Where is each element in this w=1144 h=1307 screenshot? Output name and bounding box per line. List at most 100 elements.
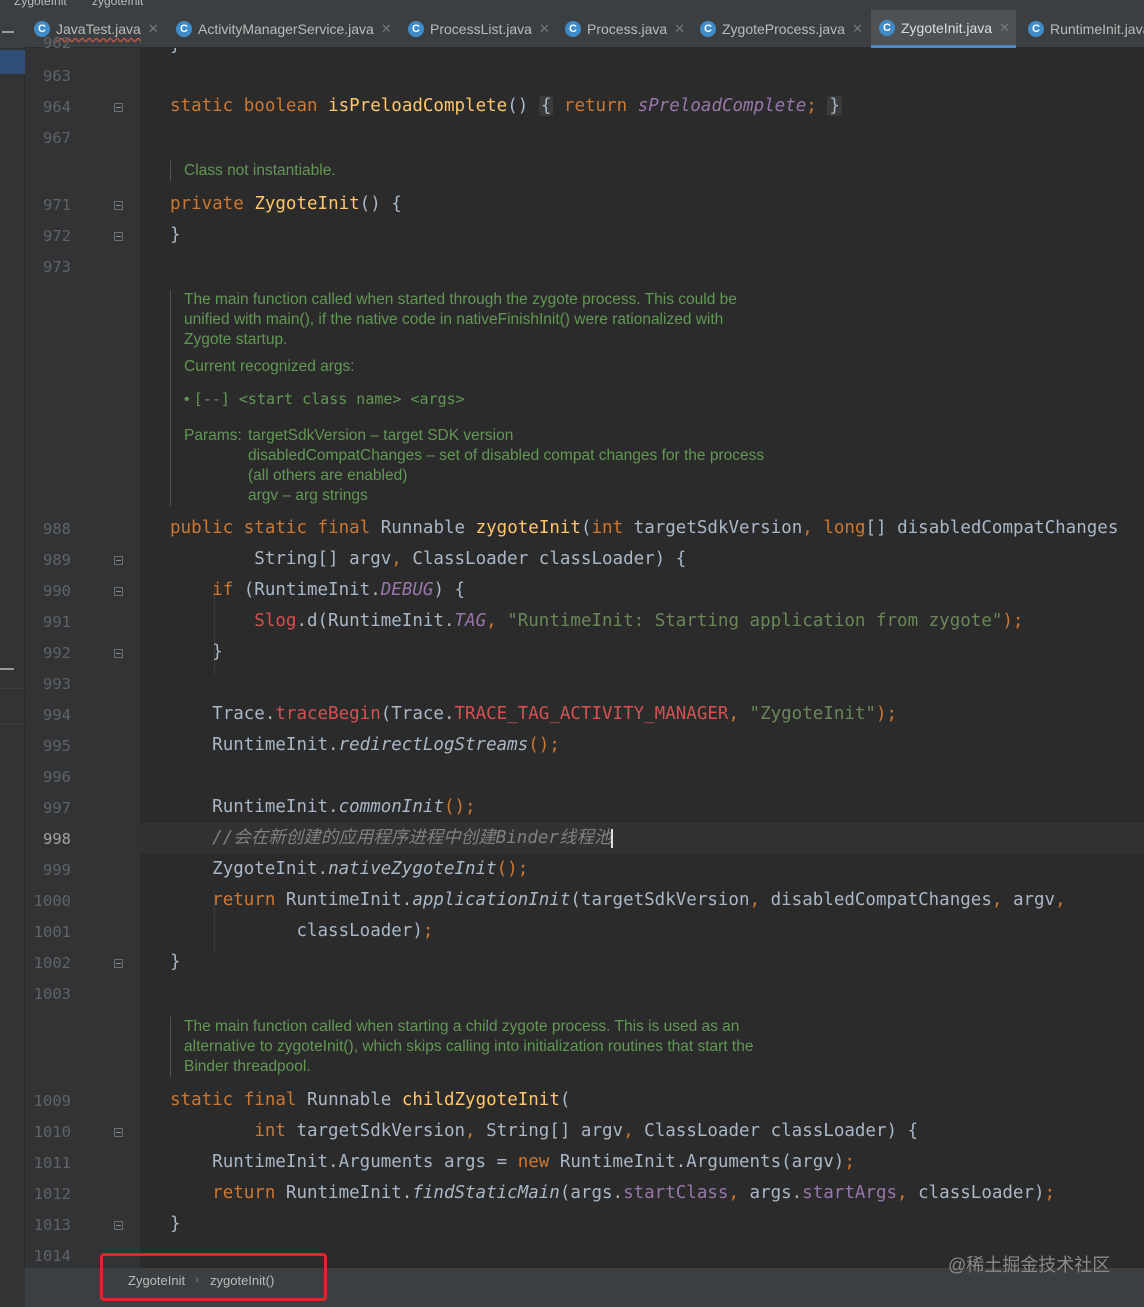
line-number: 1000 [33, 892, 71, 910]
tab-label: ActivityManagerService.java [198, 21, 374, 37]
line-number: 993 [43, 675, 71, 693]
top-breadcrumb-class[interactable]: ZygoteInit [14, 0, 67, 8]
code-line: RuntimeInit.redirectLogStreams(); [212, 735, 560, 755]
code-line: } [170, 225, 181, 245]
line-number: 1011 [33, 1154, 71, 1172]
line-number: 1002 [33, 954, 71, 972]
fold-toggle-icon[interactable] [114, 587, 123, 596]
code-line: if (RuntimeInit.DEBUG) { [212, 580, 466, 600]
code-line: String[] argv, ClassLoader classLoader) … [254, 549, 687, 569]
line-number: 973 [43, 258, 71, 276]
java-class-icon: C [879, 19, 895, 36]
code-line: //会在新创建的应用程序进程中创建Binder线程池 [170, 823, 614, 854]
line-number: 1012 [33, 1185, 71, 1203]
close-icon[interactable]: ✕ [539, 21, 550, 37]
close-icon[interactable]: ✕ [148, 21, 159, 37]
line-number: 990 [43, 582, 71, 600]
code-line: Trace.traceBegin(Trace.TRACE_TAG_ACTIVIT… [212, 704, 898, 724]
java-class-icon: C [176, 21, 192, 37]
code-line: } [170, 48, 181, 61]
line-number: 971 [43, 196, 71, 214]
tab-zygoteprocess[interactable]: C ZygoteProcess.java ✕ [700, 10, 863, 48]
tool-window-strip [0, 48, 25, 1268]
code-line: } [170, 1214, 181, 1234]
tab-processlist[interactable]: C ProcessList.java ✕ [408, 10, 550, 48]
code-line: } [170, 952, 181, 972]
code-editor[interactable]: } static boolean isPreloadComplete() { r… [140, 48, 1144, 1268]
fold-toggle-icon[interactable] [114, 649, 123, 658]
tab-label: Process.java [587, 21, 668, 37]
close-icon[interactable]: ✕ [852, 21, 863, 37]
line-number: 1001 [33, 923, 71, 941]
fold-toggle-icon[interactable] [114, 232, 123, 241]
code-line: } [212, 642, 223, 662]
code-line: private ZygoteInit() { [170, 194, 402, 214]
line-number: 964 [43, 98, 71, 116]
watermark: @稀土掘金技术社区 [948, 1255, 1111, 1275]
line-number: 991 [43, 613, 71, 631]
strip-marker [0, 668, 14, 670]
line-number: 1009 [33, 1092, 71, 1110]
line-number: 995 [43, 737, 71, 755]
tab-bar-gutter [0, 10, 25, 48]
java-class-icon: C [565, 21, 581, 37]
code-line: classLoader); [296, 921, 434, 941]
tab-label: RuntimeInit.java [1050, 21, 1144, 37]
tab-process[interactable]: C Process.java ✕ [565, 10, 685, 48]
code-line: public static final Runnable zygoteInit(… [170, 518, 1119, 538]
javadoc-comment: Class not instantiable. [170, 161, 336, 181]
code-line: return RuntimeInit.applicationInit(targe… [212, 890, 1066, 910]
tab-activitymanagerservice[interactable]: C ActivityManagerService.java ✕ [176, 10, 392, 48]
fold-toggle-icon[interactable] [114, 103, 123, 112]
line-number: 962 [43, 34, 71, 52]
code-line: static boolean isPreloadComplete() { ret… [170, 96, 842, 116]
tab-label: ZygoteInit.java [901, 19, 993, 36]
editor-tab-bar: C JavaTest.java ✕ C ActivityManagerServi… [0, 10, 1144, 48]
code-line: RuntimeInit.Arguments args = new Runtime… [212, 1152, 855, 1172]
close-icon[interactable]: ✕ [999, 20, 1010, 36]
line-number: 1014 [33, 1247, 71, 1265]
line-number: 992 [43, 644, 71, 662]
code-line: Slog.d(RuntimeInit.TAG, "RuntimeInit: St… [254, 611, 1024, 631]
top-breadcrumb: ZygoteInit zygoteInit [0, 0, 1144, 10]
code-line: static final Runnable childZygoteInit( [170, 1090, 571, 1110]
fold-toggle-icon[interactable] [114, 959, 123, 968]
java-class-icon: C [408, 21, 424, 37]
fold-toggle-icon[interactable] [114, 1128, 123, 1137]
java-class-icon: C [1028, 21, 1044, 37]
top-breadcrumb-method[interactable]: zygoteInit [92, 0, 143, 8]
fold-toggle-icon[interactable] [114, 1221, 123, 1230]
line-number: 972 [43, 227, 71, 245]
javadoc-comment: The main function called when started th… [170, 290, 890, 506]
code-comment: //会在新创建的应用程序进程中创建Binder线程池 [212, 828, 612, 848]
highlight-annotation-box [100, 1253, 327, 1301]
tab-runtimeinit[interactable]: C RuntimeInit.java [1028, 10, 1144, 48]
line-number: 989 [43, 551, 71, 569]
line-number: 1010 [33, 1123, 71, 1141]
line-number: 997 [43, 799, 71, 817]
fold-toggle-icon[interactable] [114, 201, 123, 210]
java-class-icon: C [700, 21, 716, 37]
breadcrumb-strip [0, 1268, 25, 1307]
code-line: RuntimeInit.commonInit(); [212, 797, 476, 817]
line-number: 994 [43, 706, 71, 724]
line-number: 1003 [33, 985, 71, 1003]
tab-zygoteinit[interactable]: C ZygoteInit.java ✕ [871, 10, 1016, 48]
code-line: int targetSdkVersion, String[] argv, Cla… [254, 1121, 919, 1141]
collapse-icon[interactable] [2, 31, 14, 33]
strip-separator [0, 724, 25, 725]
code-line: ZygoteInit.nativeZygoteInit(); [212, 859, 529, 879]
strip-separator [0, 688, 25, 689]
tab-label: ProcessList.java [430, 21, 532, 37]
close-icon[interactable]: ✕ [674, 21, 685, 37]
text-caret [611, 828, 614, 848]
line-number: 1013 [33, 1216, 71, 1234]
line-number: 963 [43, 67, 71, 85]
strip-selection [0, 50, 25, 74]
close-icon[interactable]: ✕ [381, 21, 392, 37]
tab-label: ZygoteProcess.java [722, 21, 845, 37]
fold-toggle-icon[interactable] [114, 556, 123, 565]
line-number: 996 [43, 768, 71, 786]
code-line: return RuntimeInit.findStaticMain(args.s… [212, 1183, 1056, 1203]
current-line-number: 998 [43, 830, 71, 848]
